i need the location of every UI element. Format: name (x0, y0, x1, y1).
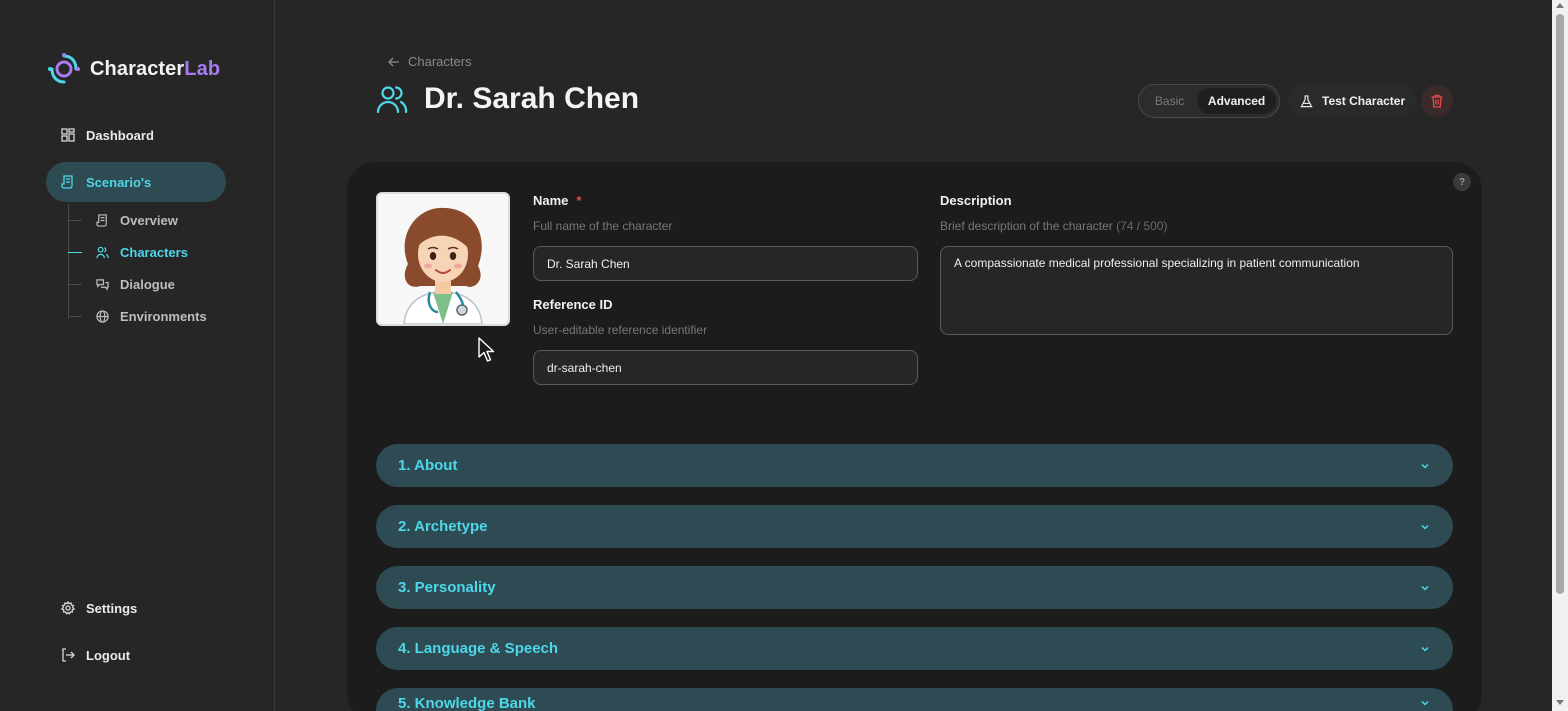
description-textarea[interactable]: A compassionate medical professional spe… (940, 246, 1453, 335)
users-icon (96, 246, 109, 258)
subnav-item-characters[interactable]: Characters (68, 236, 248, 268)
name-hint: Full name of the character (533, 219, 673, 233)
description-label: Description (940, 193, 1012, 208)
gear-icon (61, 601, 75, 615)
scrollbar-thumb[interactable] (1556, 14, 1564, 594)
required-asterisk: * (576, 193, 582, 208)
chevron-down-icon (1421, 700, 1429, 706)
page-scrollbar[interactable] (1552, 0, 1568, 711)
character-title: Dr. Sarah Chen (424, 82, 640, 115)
chevron-down-icon (1421, 646, 1429, 652)
test-character-button[interactable]: Test Character (1288, 84, 1418, 118)
breadcrumb-label: Characters (408, 54, 472, 69)
character-avatar[interactable] (376, 192, 510, 326)
logo-text: CharacterLab (90, 57, 221, 80)
subnav-item-label: Environments (120, 308, 207, 324)
section-title: 4. Language & Speech (398, 640, 559, 657)
app-logo[interactable]: CharacterLab (46, 52, 220, 86)
chat-bubbles-icon (96, 278, 109, 291)
arrow-left-icon (388, 57, 399, 66)
section-language-speech[interactable]: 4. Language & Speech (376, 627, 1453, 670)
chevron-down-icon (1421, 524, 1429, 530)
scenario-subnav: Overview Characters Dialogue Environment… (68, 204, 248, 332)
sidebar-item-scenarios[interactable]: Scenario's (46, 162, 226, 202)
section-title: 3. Personality (398, 579, 496, 596)
reference-id-label: Reference ID (533, 297, 613, 312)
globe-icon (96, 309, 109, 323)
delete-button[interactable] (1421, 85, 1453, 117)
section-archetype[interactable]: 2. Archetype (376, 505, 1453, 548)
dashboard-grid-icon (61, 128, 75, 142)
flask-icon (1300, 94, 1313, 107)
section-personality[interactable]: 3. Personality (376, 566, 1453, 609)
subnav-item-label: Dialogue (120, 276, 175, 292)
test-character-label: Test Character (1322, 94, 1406, 108)
sidebar-item-label: Settings (86, 600, 138, 616)
mode-toggle[interactable]: Basic Advanced (1138, 84, 1280, 118)
users-icon (376, 86, 408, 114)
scroll-icon (61, 175, 73, 189)
description-char-count: (74 / 500) (1116, 219, 1168, 233)
doctor-avatar-illustration (378, 194, 508, 324)
name-input[interactable]: Dr. Sarah Chen (533, 246, 918, 281)
scroll-icon (96, 213, 107, 227)
reference-id-input[interactable]: dr-sarah-chen (533, 350, 918, 385)
subnav-item-dialogue[interactable]: Dialogue (68, 268, 248, 300)
scroll-up-icon[interactable] (1556, 3, 1564, 8)
sidebar-item-logout[interactable]: Logout (46, 636, 226, 674)
name-label: Name * (533, 193, 582, 208)
description-hint: Brief description of the character (74 /… (940, 219, 1168, 233)
breadcrumb[interactable]: Characters (388, 54, 472, 69)
toggle-basic[interactable]: Basic (1142, 88, 1197, 114)
subnav-item-label: Overview (120, 212, 178, 228)
sidebar-item-dashboard[interactable]: Dashboard (46, 116, 226, 154)
reference-id-hint: User-editable reference identifier (533, 323, 708, 337)
chevron-down-icon (1421, 463, 1429, 469)
help-button[interactable]: ? (1453, 173, 1471, 191)
sidebar-item-label: Scenario's (86, 174, 152, 190)
toggle-advanced[interactable]: Advanced (1197, 88, 1276, 114)
section-knowledge-bank[interactable]: 5. Knowledge Bank (376, 688, 1453, 711)
subnav-item-environments[interactable]: Environments (68, 300, 248, 332)
subnav-item-overview[interactable]: Overview (68, 204, 248, 236)
logo-icon (48, 53, 80, 84)
sidebar: CharacterLab Dashboard Scenario's Overvi… (0, 0, 275, 711)
section-title: 5. Knowledge Bank (398, 697, 536, 711)
mouse-cursor-icon (478, 337, 495, 362)
trash-icon (1431, 94, 1443, 108)
section-title: 2. Archetype (398, 518, 488, 535)
subnav-item-label: Characters (120, 244, 188, 260)
logout-icon (62, 648, 75, 662)
sidebar-item-settings[interactable]: Settings (46, 589, 226, 627)
sidebar-item-label: Dashboard (86, 127, 154, 143)
section-about[interactable]: 1. About (376, 444, 1453, 487)
chevron-down-icon (1421, 585, 1429, 591)
app-root: CharacterLab Dashboard Scenario's Overvi… (0, 0, 1568, 711)
scroll-down-icon[interactable] (1556, 700, 1564, 705)
page-title: Dr. Sarah Chen (376, 82, 639, 116)
section-title: 1. About (398, 457, 458, 474)
sidebar-item-label: Logout (86, 647, 131, 663)
